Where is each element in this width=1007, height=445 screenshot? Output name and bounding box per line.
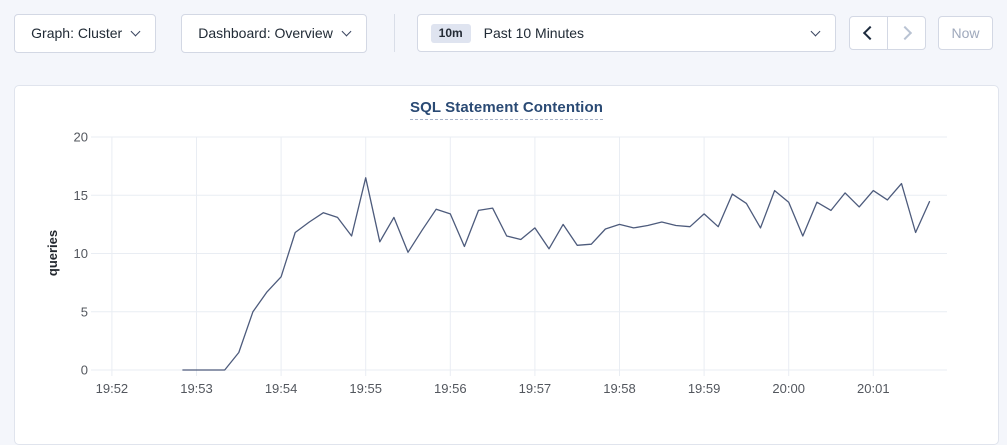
now-button-label: Now bbox=[951, 25, 979, 41]
toolbar-divider bbox=[394, 14, 395, 52]
chevron-down-icon bbox=[811, 26, 821, 36]
chevron-down-icon bbox=[131, 26, 141, 36]
next-time-button[interactable] bbox=[887, 17, 925, 49]
chevron-down-icon bbox=[341, 26, 351, 36]
time-range-dropdown[interactable]: 10m Past 10 Minutes bbox=[417, 14, 836, 52]
toolbar: Graph: Cluster Dashboard: Overview 10m P… bbox=[14, 13, 993, 53]
time-range-badge: 10m bbox=[431, 24, 471, 43]
prev-time-button[interactable] bbox=[850, 17, 887, 49]
chart-title[interactable]: SQL Statement Contention bbox=[410, 99, 603, 120]
time-range-label: Past 10 Minutes bbox=[484, 25, 584, 41]
graph-dropdown-label: Graph: Cluster bbox=[31, 25, 122, 41]
now-button[interactable]: Now bbox=[938, 16, 993, 50]
dashboard-dropdown-label: Dashboard: Overview bbox=[198, 25, 333, 41]
chevron-left-icon bbox=[863, 26, 877, 40]
time-step-buttons bbox=[849, 16, 926, 50]
chart-title-row: SQL Statement Contention bbox=[15, 99, 998, 120]
graph-dropdown[interactable]: Graph: Cluster bbox=[14, 14, 156, 53]
chart-card: SQL Statement Contention bbox=[14, 85, 999, 445]
chevron-right-icon bbox=[898, 26, 912, 40]
dashboard-dropdown[interactable]: Dashboard: Overview bbox=[181, 14, 366, 53]
